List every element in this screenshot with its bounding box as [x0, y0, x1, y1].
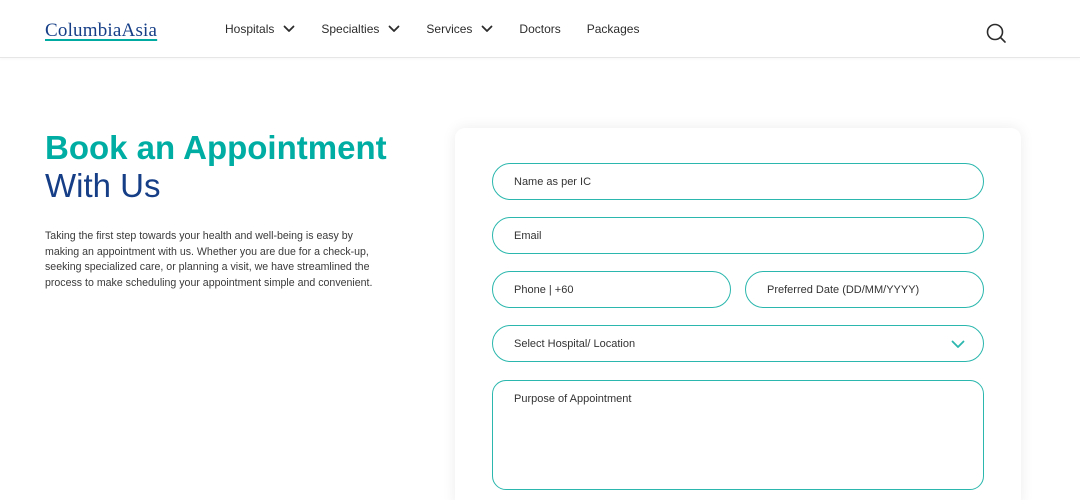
hospital-select-label: Select Hospital/ Location [514, 337, 636, 350]
phone-field[interactable]: Phone | +60 [492, 271, 731, 308]
nav-doctors-label: Doctors [519, 22, 561, 36]
nav-hospitals[interactable]: Hospitals [225, 22, 295, 36]
intro-description: Taking the first step towards your healt… [45, 230, 373, 289]
hospital-select[interactable]: Select Hospital/ Location [492, 325, 984, 362]
page-title: Book an Appointment With Us [45, 129, 387, 205]
chevron-down-icon [388, 25, 400, 32]
chevron-down-icon [482, 25, 493, 32]
page-title-line1: Book an Appointment [45, 129, 387, 166]
preferred-date-placeholder: Preferred Date (DD/MM/YYYY) [767, 283, 920, 296]
email-field-placeholder: Email [514, 229, 542, 242]
nav-specialties[interactable]: Specialties [321, 22, 400, 36]
chevron-down-icon [951, 340, 965, 348]
nav-services-label: Services [426, 22, 473, 36]
main-nav: Hospitals Specialties Services Doctors P… [225, 0, 665, 58]
purpose-textarea[interactable]: Purpose of Appointment [492, 380, 984, 490]
phone-field-placeholder: Phone | +60 [514, 283, 574, 296]
nav-packages-label: Packages [586, 22, 640, 36]
name-field[interactable]: Name as per IC [492, 163, 984, 200]
page-title-line2: With Us [45, 167, 161, 204]
email-field[interactable]: Email [492, 217, 984, 254]
nav-hospitals-label: Hospitals [225, 22, 275, 36]
nav-services[interactable]: Services [426, 22, 493, 36]
nav-specialties-label: Specialties [321, 22, 380, 36]
name-field-placeholder: Name as per IC [514, 175, 592, 188]
appointment-form-card: Name as per IC Email Phone | +60 Preferr… [455, 128, 1021, 500]
nav-doctors[interactable]: Doctors [519, 22, 560, 36]
site-header: ColumbiaAsia Hospitals Specialties Servi… [0, 0, 1080, 58]
preferred-date-field[interactable]: Preferred Date (DD/MM/YYYY) [745, 271, 984, 308]
chevron-down-icon [283, 25, 295, 32]
search-icon[interactable] [985, 22, 1007, 44]
purpose-placeholder: Purpose of Appointment [514, 393, 632, 405]
columbia-asia-logo[interactable]: ColumbiaAsia [45, 20, 157, 42]
nav-packages[interactable]: Packages [587, 22, 640, 36]
